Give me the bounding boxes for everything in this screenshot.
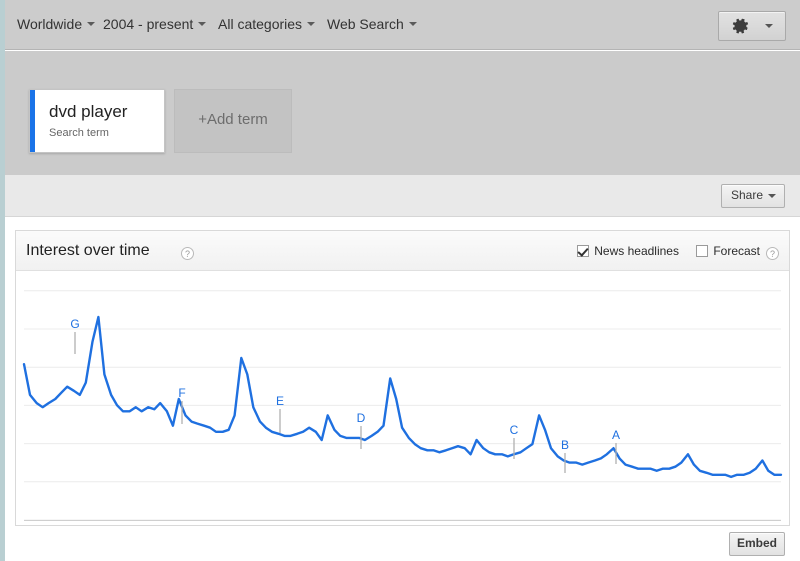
settings-button[interactable] — [718, 11, 786, 41]
help-icon[interactable]: ? — [766, 247, 779, 260]
interest-over-time-panel: Interest over time ? News headlines Fore… — [15, 230, 790, 539]
filter-timerange-label: 2004 - present — [103, 16, 194, 32]
chevron-down-icon — [408, 22, 417, 27]
term-accent-bar — [30, 90, 35, 152]
filter-categories[interactable]: All categories — [218, 16, 316, 32]
svg-text:E: E — [276, 394, 284, 408]
embed-label: Embed — [736, 536, 777, 550]
chevron-down-icon — [307, 22, 316, 27]
top-toolbar: Worldwide 2004 - present All categories … — [5, 0, 800, 50]
filter-location[interactable]: Worldwide — [17, 16, 96, 32]
filter-searchtype-label: Web Search — [327, 16, 404, 32]
embed-row: Embed — [5, 527, 800, 561]
forecast-toggle[interactable]: Forecast? — [696, 244, 779, 260]
svg-text:F: F — [178, 386, 185, 400]
filter-categories-label: All categories — [218, 16, 303, 32]
svg-text:C: C — [510, 423, 519, 437]
panel-header: Interest over time ? News headlines Fore… — [16, 231, 789, 271]
share-row: Share — [5, 175, 800, 217]
embed-button[interactable]: Embed — [729, 532, 785, 556]
terms-strip: dvd player Search term +Add term — [5, 51, 800, 175]
svg-text:G: G — [70, 317, 79, 331]
checkbox-unchecked-icon — [696, 245, 709, 257]
help-icon[interactable]: ? — [181, 247, 194, 260]
gear-icon — [732, 17, 750, 40]
search-term-card[interactable]: dvd player Search term — [29, 89, 165, 153]
forecast-label: Forecast — [713, 244, 760, 258]
news-headlines-label: News headlines — [594, 244, 679, 258]
share-label: Share — [731, 188, 764, 202]
filter-timerange[interactable]: 2004 - present — [103, 16, 207, 32]
add-term-label: +Add term — [198, 111, 268, 128]
filter-searchtype[interactable]: Web Search — [327, 16, 417, 32]
svg-text:D: D — [357, 411, 366, 425]
search-term-subtitle: Search term — [49, 127, 109, 139]
svg-text:A: A — [612, 428, 620, 442]
filter-location-label: Worldwide — [17, 16, 83, 32]
page-title: Interest over time — [26, 242, 150, 259]
svg-text:B: B — [561, 438, 569, 452]
add-term-button[interactable]: +Add term — [174, 89, 292, 153]
chevron-down-icon — [198, 22, 207, 27]
checkbox-checked-icon — [577, 245, 590, 257]
chevron-down-icon — [768, 194, 776, 198]
search-term-text: dvd player — [49, 102, 128, 121]
chart-options: News headlines Forecast? — [563, 244, 779, 260]
chevron-down-icon — [87, 22, 96, 27]
news-headlines-toggle[interactable]: News headlines — [577, 244, 679, 258]
trends-app: Worldwide 2004 - present All categories … — [5, 0, 800, 561]
trends-line-chart[interactable]: GFEDCBA20052007200920112013 — [16, 272, 789, 539]
share-button[interactable]: Share — [721, 184, 785, 208]
chevron-down-icon — [765, 24, 773, 28]
